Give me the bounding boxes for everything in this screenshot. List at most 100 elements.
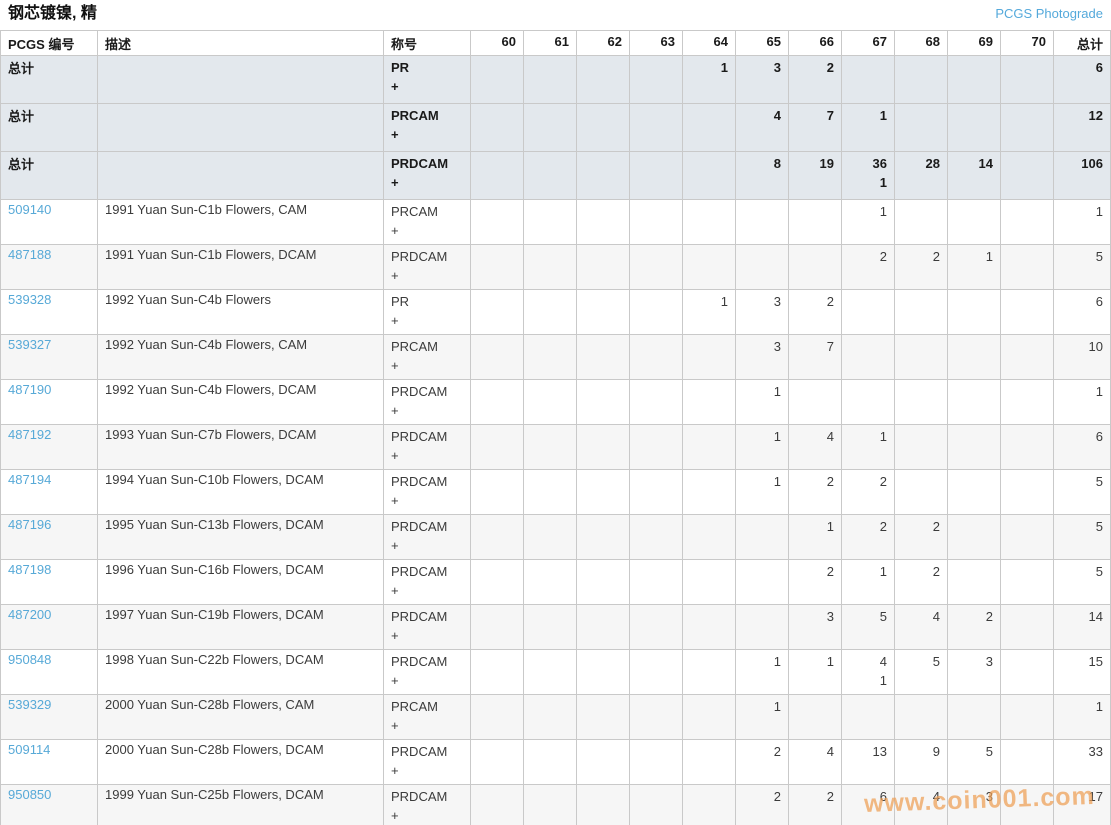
grade-count-cell: [788, 379, 842, 425]
pcgs-number-link[interactable]: 487200: [8, 607, 51, 622]
pcgs-number-link[interactable]: 950850: [8, 787, 51, 802]
grade-count-cell: 2: [894, 244, 948, 290]
pcgs-number-cell: 487190: [0, 379, 98, 425]
cell-line: [1008, 517, 1046, 536]
pcgs-number-link[interactable]: 509114: [8, 742, 50, 757]
grade-count-cell: [576, 244, 630, 290]
grade-count-cell: [523, 55, 577, 104]
cell-line: [690, 742, 728, 761]
cell-line: PRDCAM: [391, 429, 448, 444]
table-row: 487188 1991 Yuan Sun-C1b Flowers, DCAM PRD…: [0, 244, 1111, 290]
designation-cell: PR +: [383, 289, 471, 335]
grade-count-cell: [576, 424, 630, 470]
cell-line: [478, 247, 516, 266]
designation-cell: PRDCAM +: [383, 559, 471, 605]
cell-line: [902, 382, 940, 401]
pcgs-number-link[interactable]: 539328: [8, 292, 51, 307]
pcgs-number-link[interactable]: 487194: [8, 472, 51, 487]
cell-line: [955, 382, 993, 401]
grade-count-cell: 1: [682, 289, 736, 335]
pcgs-number-cell: 487196: [0, 514, 98, 560]
cell-line: [637, 247, 675, 266]
grade-count-cell: [1000, 199, 1054, 245]
pcgs-number-cell: 487192: [0, 424, 98, 470]
description-cell: 1991 Yuan Sun-C1b Flowers, CAM: [97, 199, 384, 245]
cell-line: 1: [879, 564, 887, 579]
pcgs-number-link[interactable]: 539329: [8, 697, 51, 712]
pcgs-number-cell: 539328: [0, 289, 98, 335]
pcgs-number-link[interactable]: 509140: [8, 202, 51, 217]
description-cell: 1996 Yuan Sun-C16b Flowers, DCAM: [97, 559, 384, 605]
grade-count-cell: 41: [841, 649, 895, 695]
pcgs-number-link[interactable]: 487188: [8, 247, 51, 262]
grade-count-cell: [523, 244, 577, 290]
grade-count-cell: 36 1: [841, 151, 895, 200]
grade-count-cell: 4: [735, 103, 789, 152]
grade-count-cell: [682, 694, 736, 740]
cell-line: [902, 292, 940, 311]
cell-line: 7: [826, 339, 834, 354]
cell-line: 3: [773, 339, 781, 354]
cell-line: [690, 517, 728, 536]
cell-line: +: [391, 313, 399, 328]
cell-line: [743, 562, 781, 581]
description-cell: 1993 Yuan Sun-C7b Flowers, DCAM: [97, 424, 384, 470]
cell-line: [955, 58, 993, 77]
cell-line: [1008, 427, 1046, 446]
cell-line: 1: [879, 175, 887, 190]
description-cell: [97, 103, 384, 152]
cell-line: 3: [773, 60, 781, 75]
grade-count-cell: [470, 559, 524, 605]
cell-line: 2: [879, 474, 887, 489]
grade-count-cell: [894, 469, 948, 515]
cell-line: PRDCAM: [391, 156, 449, 171]
pcgs-number-link[interactable]: 487190: [8, 382, 51, 397]
cell-line: PRDCAM: [391, 384, 448, 399]
grade-count-cell: 2: [841, 514, 895, 560]
cell-line: 4: [826, 429, 834, 444]
pcgs-number-cell: 950850: [0, 784, 98, 825]
description-cell: 1999 Yuan Sun-C25b Flowers, DCAM: [97, 784, 384, 825]
cell-line: [478, 154, 516, 173]
pcgs-number-link[interactable]: 487196: [8, 517, 51, 532]
cell-line: [531, 247, 569, 266]
cell-line: [478, 607, 516, 626]
cell-line: [637, 106, 675, 125]
grade-count-cell: [470, 289, 524, 335]
pcgs-number-link[interactable]: 487192: [8, 427, 51, 442]
designation-cell: PR +: [383, 55, 471, 104]
cell-line: [584, 154, 622, 173]
grade-count-cell: 13: [841, 739, 895, 785]
cell-line: 4: [932, 609, 940, 624]
grade-count-cell: 1: [735, 694, 789, 740]
designation-cell: PRCAM +: [383, 334, 471, 380]
cell-line: 1: [826, 654, 834, 669]
grade-count-cell: 1: [841, 559, 895, 605]
pcgs-number-link[interactable]: 487198: [8, 562, 51, 577]
cell-line: 6: [1095, 294, 1103, 309]
grade-count-cell: [576, 694, 630, 740]
cell-line: [478, 742, 516, 761]
cell-line: [478, 652, 516, 671]
grade-count-cell: [682, 103, 736, 152]
cell-line: [637, 382, 675, 401]
population-report-page: 钢芯镀镍, 精 PCGS Photograde PCGS 编号 描述 称号 60…: [0, 0, 1111, 825]
description-cell: 1991 Yuan Sun-C1b Flowers, DCAM: [97, 244, 384, 290]
population-table: PCGS 编号 描述 称号 60 61 62 63 64 65 66 67 68…: [0, 30, 1111, 825]
column-header-70: 70: [1000, 30, 1054, 56]
cell-line: [584, 202, 622, 221]
cell-line: PRCAM: [391, 108, 439, 123]
grade-count-cell: [576, 151, 630, 200]
grade-count-cell: [947, 334, 1001, 380]
grade-count-cell: [576, 199, 630, 245]
cell-line: [743, 607, 781, 626]
cell-line: [955, 472, 993, 491]
grade-count-cell: [629, 424, 683, 470]
grade-count-cell: [576, 784, 630, 825]
grade-count-cell: [682, 739, 736, 785]
cell-line: [690, 154, 728, 173]
cell-line: [1008, 154, 1046, 173]
pcgs-number-link[interactable]: 950848: [8, 652, 51, 667]
pcgs-number-link[interactable]: 539327: [8, 337, 51, 352]
pcgs-photograde-link[interactable]: PCGS Photograde: [995, 5, 1103, 23]
